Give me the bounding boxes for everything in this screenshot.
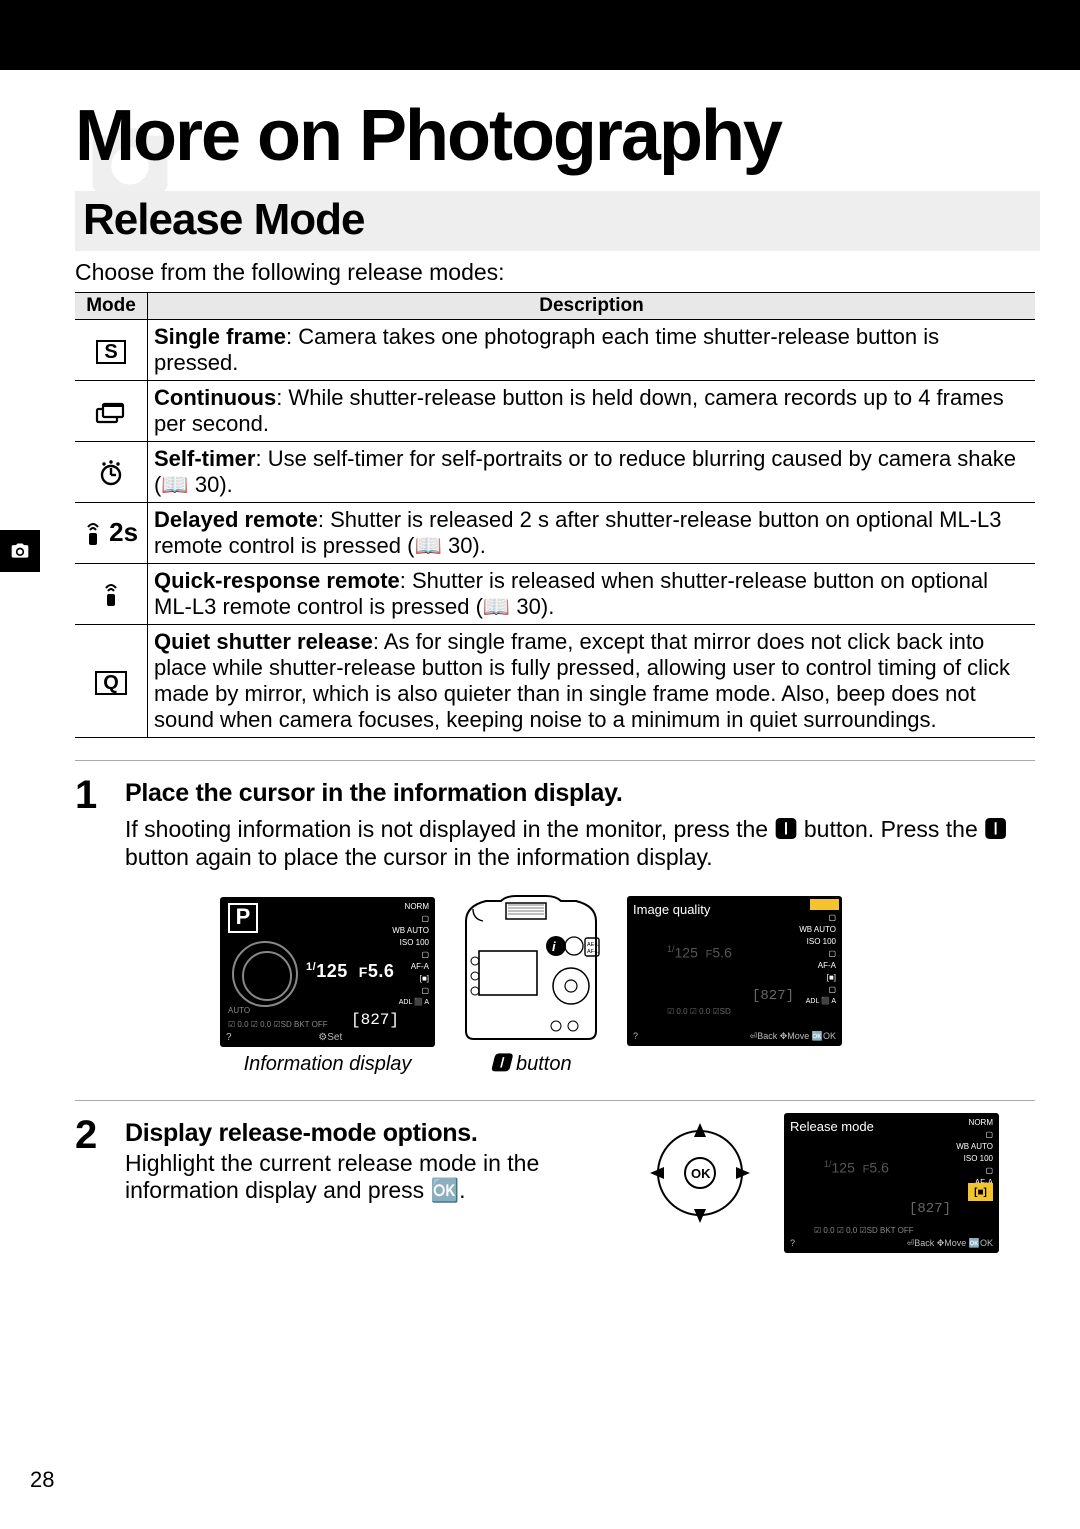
side-tab-camera-icon bbox=[0, 530, 40, 572]
svg-text:i: i bbox=[552, 939, 556, 954]
single-frame-icon: S bbox=[96, 340, 125, 364]
table-row: Quick-response remote: Shutter is releas… bbox=[75, 564, 1035, 625]
mode-description-cell: Single frame: Camera takes one photograp… bbox=[148, 320, 1036, 381]
mode-description-cell: Delayed remote: Shutter is released 2 s … bbox=[148, 503, 1036, 564]
mode-icon-cell: Q bbox=[75, 625, 148, 738]
exposure-dial-icon bbox=[232, 941, 298, 1007]
lcd-footer-nav: ⏎Back ✥Move 🆗OK bbox=[907, 1238, 993, 1249]
svg-text:OK: OK bbox=[691, 1166, 711, 1181]
figure-image-quality-menu: Image quality 1/125 F5.6 NORM▢WB AUTOISO… bbox=[627, 896, 842, 1076]
mode-description-cell: Quiet shutter release: As for single fra… bbox=[148, 625, 1036, 738]
section-title: Release Mode bbox=[83, 195, 1032, 245]
lcd-panel-release-mode: Release mode 1/125 F5.6 NORM▢WB AUTOISO … bbox=[784, 1113, 999, 1253]
mode-label: Self-timer bbox=[154, 446, 255, 471]
delayed-remote-icon: 2s bbox=[84, 517, 138, 547]
page-reference-icon: 📖 bbox=[161, 472, 188, 497]
mode-description-cell: Continuous: While shutter-release button… bbox=[148, 381, 1036, 442]
lcd-footer-set: ⚙Set bbox=[318, 1032, 342, 1043]
page-number: 28 bbox=[30, 1467, 54, 1493]
release-mode-table: Mode Description S Single frame: Camera t… bbox=[75, 292, 1035, 738]
page-reference-icon: 📖 bbox=[414, 533, 441, 558]
mode-icon-cell: S bbox=[75, 320, 148, 381]
svg-text:AE-L: AE-L bbox=[587, 942, 599, 948]
mode-label: Single frame bbox=[154, 324, 286, 349]
table-row: Self-timer: Use self-timer for self-port… bbox=[75, 442, 1035, 503]
quiet-release-icon: Q bbox=[95, 671, 127, 695]
table-row: 2s Delayed remote: Shutter is released 2 … bbox=[75, 503, 1035, 564]
mode-icon-cell bbox=[75, 442, 148, 503]
step-number: 1 bbox=[75, 773, 125, 815]
lcd-footer-nav: ⏎Back ✥Move 🆗OK bbox=[750, 1031, 836, 1042]
mode-icon-cell: 2s bbox=[75, 503, 148, 564]
mode-label: Quick-response remote bbox=[154, 568, 400, 593]
mode-icon-cell bbox=[75, 564, 148, 625]
figure-camera-back: AE-L AF-L i bbox=[461, 891, 601, 1076]
shots-remaining: [827] bbox=[351, 1011, 399, 1029]
step-1: 1 Place the cursor in the information di… bbox=[75, 761, 1035, 1100]
lcd-panel-menu: Image quality 1/125 F5.6 NORM▢WB AUTOISO… bbox=[627, 896, 842, 1046]
mode-description-cell: Quick-response remote: Shutter is releas… bbox=[148, 564, 1036, 625]
header-black-bar bbox=[0, 0, 1080, 70]
intro-text: Choose from the following release modes: bbox=[75, 259, 1040, 286]
page-reference-icon: 📖 bbox=[483, 594, 510, 619]
mode-icon-cell bbox=[75, 381, 148, 442]
section-title-bar: Release Mode bbox=[75, 191, 1040, 251]
table-row: S Single frame: Camera takes one photogra… bbox=[75, 320, 1035, 381]
svg-text:AF-L: AF-L bbox=[587, 949, 599, 955]
step-title: Place the cursor in the information disp… bbox=[125, 779, 1035, 808]
step-body-text: If shooting information is not displayed… bbox=[125, 810, 1035, 871]
figure-dpad-ok: OK bbox=[640, 1113, 760, 1233]
mode-description-text: : Use self-timer for self-portraits or t… bbox=[154, 446, 1016, 497]
table-row: Continuous: While shutter-release button… bbox=[75, 381, 1035, 442]
table-row: Q Quiet shutter release: As for single fr… bbox=[75, 625, 1035, 738]
mode-label: Delayed remote bbox=[154, 507, 318, 532]
continuous-icon bbox=[95, 395, 127, 425]
table-header-mode: Mode bbox=[75, 293, 148, 320]
mode-description-text: : While shutter-release button is held d… bbox=[154, 385, 1004, 436]
mode-letter: P bbox=[228, 903, 258, 933]
step-title: Display release-mode options. bbox=[125, 1119, 605, 1148]
step-body-text: Highlight the current release mode in th… bbox=[125, 1150, 605, 1204]
menu-title: Release mode bbox=[790, 1119, 874, 1134]
mode-label: Quiet shutter release bbox=[154, 629, 373, 654]
lcd-panel-info: P 1/125 F5.6 NORM▢WB AUTOISO 100▢AF-A[■]… bbox=[220, 897, 435, 1047]
right-settings-col: NORM▢WB AUTOISO 100▢AF-A bbox=[954, 1117, 995, 1189]
step-number: 2 bbox=[75, 1113, 125, 1155]
mode-label: Continuous bbox=[154, 385, 276, 410]
right-settings-col: NORM▢WB AUTOISO 100▢AF-A[■]▢ADL ⬛ A bbox=[797, 900, 838, 1008]
shutter-aperture: 1/125 F5.6 bbox=[306, 961, 394, 982]
figure-information-display: P 1/125 F5.6 NORM▢WB AUTOISO 100▢AF-A[■]… bbox=[220, 897, 435, 1076]
table-header-desc: Description bbox=[148, 293, 1036, 320]
highlighted-release-mode-cell: [■] bbox=[968, 1183, 993, 1201]
chapter-title: More on Photography bbox=[75, 95, 1040, 177]
menu-title: Image quality bbox=[633, 902, 710, 917]
self-timer-icon bbox=[97, 455, 125, 485]
figure-caption: 🅸 button bbox=[490, 1047, 571, 1076]
mode-description-cell: Self-timer: Use self-timer for self-port… bbox=[148, 442, 1036, 503]
camera-back-illustration: AE-L AF-L i bbox=[461, 891, 601, 1041]
step-2: 2 Display release-mode options. Highligh… bbox=[75, 1101, 1035, 1307]
right-settings-col: NORM▢WB AUTOISO 100▢AF-A[■]▢ADL ⬛ A bbox=[390, 901, 431, 1009]
manual-page: More on Photography Release Mode Choose … bbox=[0, 0, 1080, 1529]
figure-caption: Information display bbox=[244, 1053, 412, 1076]
quick-remote-icon bbox=[102, 578, 120, 608]
